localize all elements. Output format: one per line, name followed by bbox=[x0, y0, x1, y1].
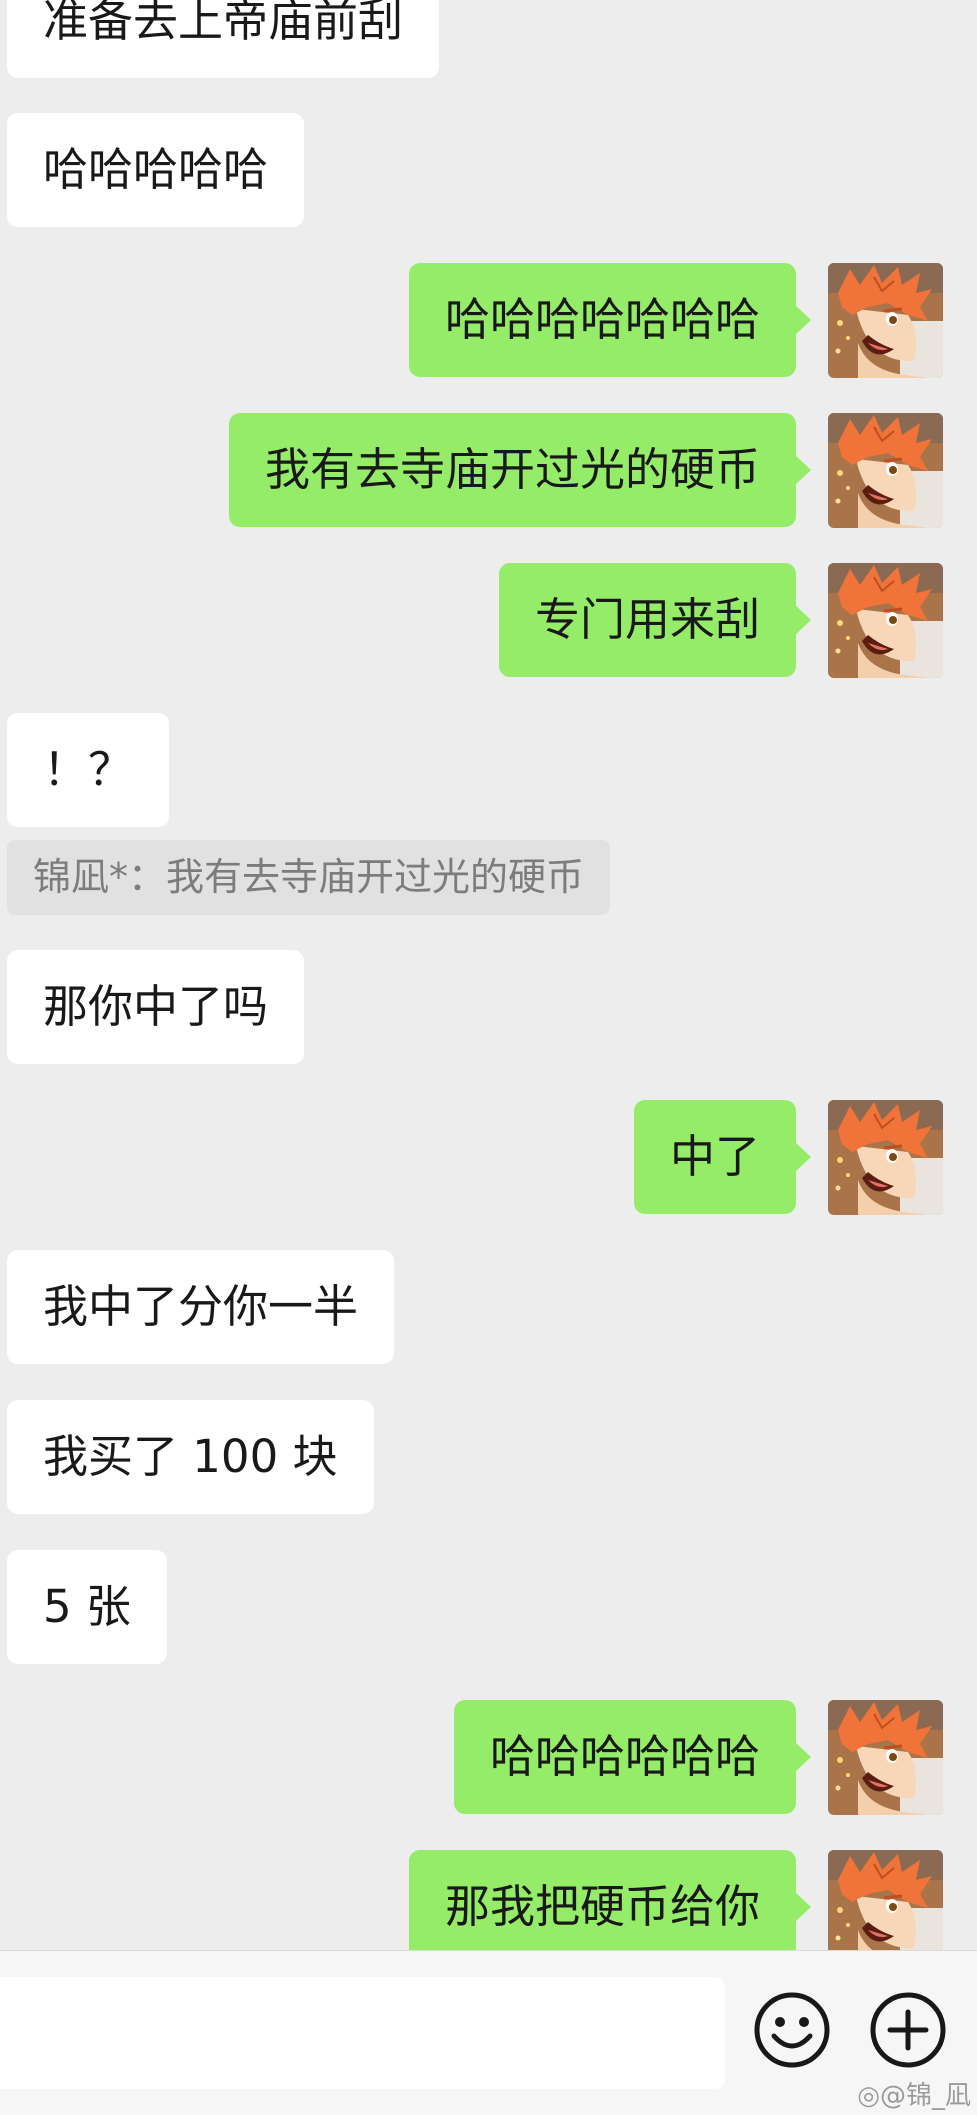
anime-character-avatar-icon bbox=[828, 413, 943, 528]
chat-message-list[interactable]: 准备去上帝庙前刮 哈哈哈哈哈 哈哈哈哈哈哈哈 我有去寺庙开过光的硬币 专门用来刮 bbox=[0, 0, 977, 1950]
received-message-bubble[interactable]: 我中了分你一半 bbox=[7, 1250, 395, 1364]
user-avatar[interactable] bbox=[828, 413, 943, 528]
sent-message-bubble[interactable]: 哈哈哈哈哈哈哈 bbox=[408, 263, 812, 377]
sent-message-bubble[interactable]: 中了 bbox=[633, 1100, 812, 1214]
sent-message-bubble[interactable]: 那我把硬币给你 bbox=[408, 1850, 812, 1950]
user-avatar[interactable] bbox=[828, 563, 943, 678]
quoted-reply[interactable]: 锦凪*：我有去寺庙开过光的硬币 bbox=[7, 840, 611, 915]
received-message-bubble[interactable]: 哈哈哈哈哈 bbox=[7, 113, 305, 227]
sent-message-bubble[interactable]: 我有去寺庙开过光的硬币 bbox=[228, 413, 812, 527]
sent-message-bubble[interactable]: 专门用来刮 bbox=[498, 563, 812, 677]
anime-character-avatar-icon bbox=[828, 1100, 943, 1215]
anime-character-avatar-icon bbox=[828, 563, 943, 678]
user-avatar[interactable] bbox=[828, 1100, 943, 1215]
sent-message-bubble[interactable]: 哈哈哈哈哈哈 bbox=[453, 1700, 812, 1814]
received-message-bubble[interactable]: ！？ bbox=[7, 713, 170, 827]
emoji-button[interactable] bbox=[752, 1990, 832, 2070]
user-avatar[interactable] bbox=[828, 1850, 943, 1950]
watermark-text: @锦_凪 bbox=[879, 2081, 971, 2111]
anime-character-avatar-icon bbox=[828, 1700, 943, 1815]
weibo-watermark: ◎@锦_凪 bbox=[857, 2075, 971, 2112]
received-message-bubble[interactable]: 准备去上帝庙前刮 bbox=[7, 0, 440, 78]
anime-character-avatar-icon bbox=[828, 263, 943, 378]
weibo-logo-icon: ◎ bbox=[857, 2081, 880, 2111]
anime-character-avatar-icon bbox=[828, 1850, 943, 1950]
received-message-bubble[interactable]: 我买了 100 块 bbox=[7, 1400, 374, 1514]
message-input[interactable] bbox=[0, 1977, 725, 2089]
received-message-bubble[interactable]: 那你中了吗 bbox=[7, 950, 305, 1064]
more-button[interactable] bbox=[868, 1990, 948, 2070]
user-avatar[interactable] bbox=[828, 263, 943, 378]
user-avatar[interactable] bbox=[828, 1700, 943, 1815]
received-message-bubble[interactable]: 5 张 bbox=[7, 1550, 167, 1664]
plus-circle-icon bbox=[870, 1992, 946, 2068]
smiley-face-icon bbox=[754, 1992, 830, 2068]
